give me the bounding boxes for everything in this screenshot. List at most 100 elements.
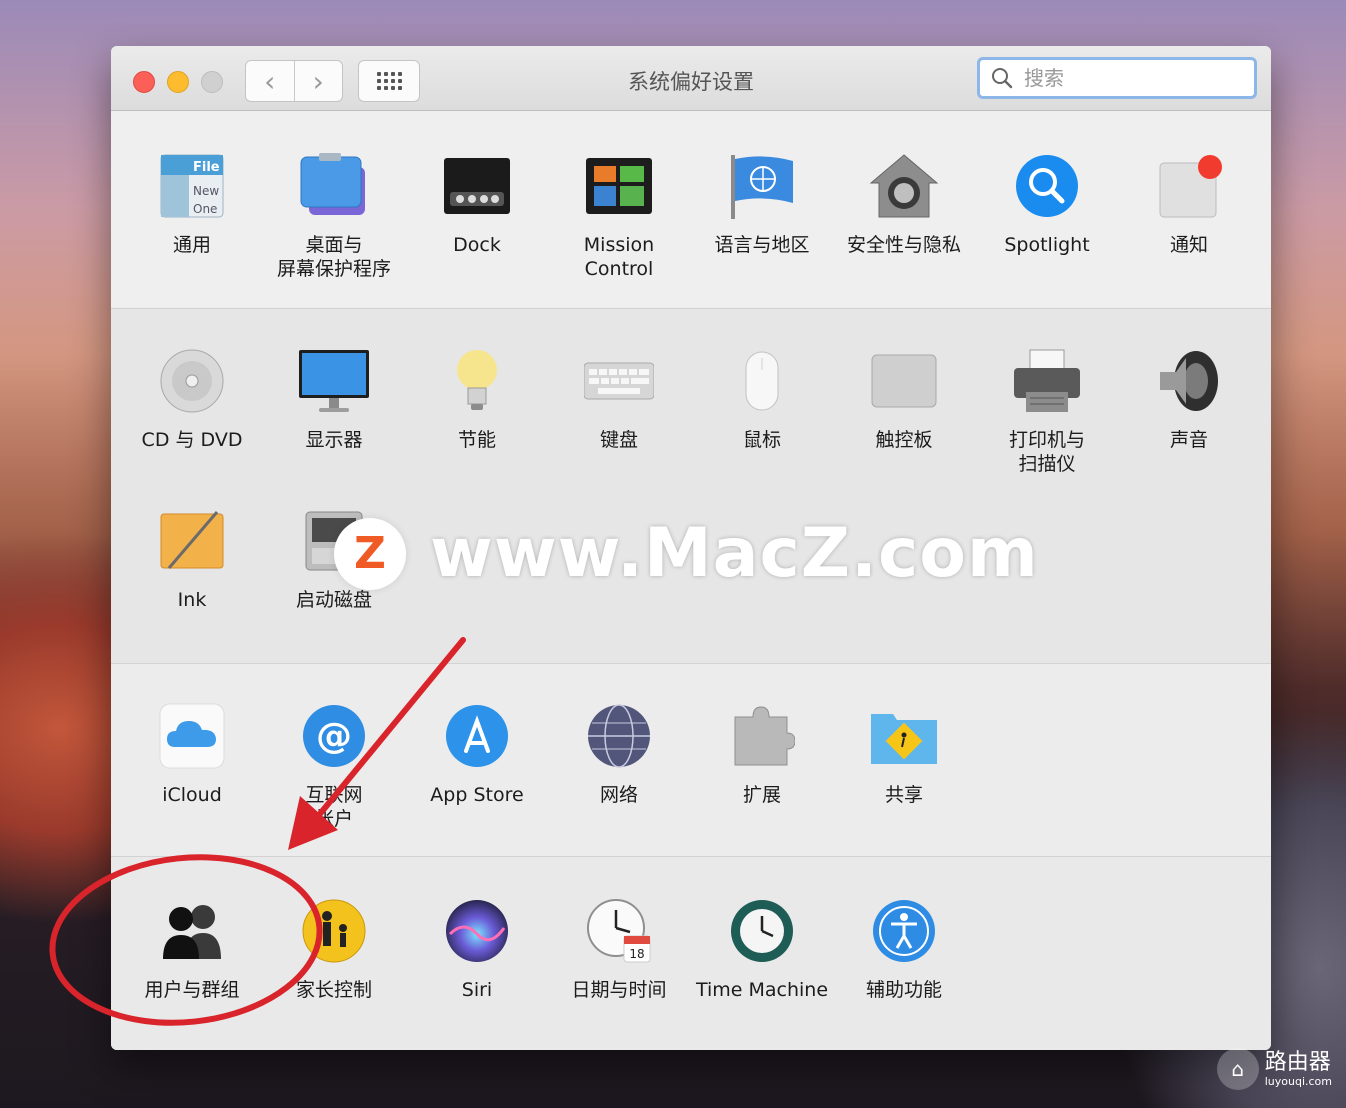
pane-label: Mission Control — [583, 234, 655, 280]
pane-label: 通用 — [172, 234, 211, 256]
notifications-icon — [1154, 151, 1224, 221]
pane-sharing[interactable]: 共享 — [834, 701, 974, 807]
mouse-icon — [727, 346, 797, 416]
pane-network[interactable]: 网络 — [549, 701, 689, 807]
users-icon — [157, 896, 227, 966]
at-sign-icon: @ — [299, 701, 369, 771]
svg-text:@: @ — [316, 716, 352, 757]
svg-text:New: New — [193, 184, 219, 198]
pane-accessibility[interactable]: 辅助功能 — [834, 896, 974, 1002]
pane-mission-control[interactable]: Mission Control — [549, 151, 689, 281]
pane-label: 日期与时间 — [571, 979, 667, 1001]
pane-printers-scanners[interactable]: 打印机与 扫描仪 — [977, 346, 1117, 476]
security-privacy-icon — [869, 151, 939, 221]
pane-label: 语言与地区 — [714, 234, 810, 256]
pane-label: Siri — [461, 979, 493, 1001]
mission-control-icon — [584, 151, 654, 221]
siri-icon — [442, 896, 512, 966]
speaker-icon — [1154, 346, 1224, 416]
watermark-text: www.MacZ.com — [430, 514, 1039, 593]
corner-badge: ⌂ 路由器 luyouqi.com — [1216, 1048, 1332, 1090]
corner-badge-sub: luyouqi.com — [1264, 1074, 1332, 1088]
pane-label: Time Machine — [695, 979, 829, 1001]
search-field[interactable] — [977, 57, 1257, 99]
dock-icon — [442, 151, 512, 221]
pane-label: 触控板 — [875, 429, 933, 451]
pane-label: 扩展 — [742, 784, 781, 806]
pane-label: 网络 — [599, 784, 638, 806]
pane-cd-dvd[interactable]: CD 与 DVD — [122, 346, 262, 452]
pane-siri[interactable]: Siri — [407, 896, 547, 1002]
time-machine-icon — [727, 896, 797, 966]
pane-desktop-screensaver[interactable]: 桌面与 屏幕保护程序 — [264, 151, 404, 281]
desktop-screensaver-icon — [299, 151, 369, 221]
spotlight-icon — [1012, 151, 1082, 221]
trackpad-icon — [869, 346, 939, 416]
sharing-folder-icon — [869, 701, 939, 771]
pane-extensions[interactable]: 扩展 — [692, 701, 832, 807]
accessibility-icon — [869, 896, 939, 966]
pane-general[interactable]: File New One 通用 — [122, 151, 262, 257]
title-bar: ‹ › 系统偏好设置 — [111, 46, 1271, 111]
pane-spotlight[interactable]: Spotlight — [977, 151, 1117, 257]
pane-label: CD 与 DVD — [141, 429, 243, 451]
pane-dock[interactable]: Dock — [407, 151, 547, 257]
pane-time-machine[interactable]: Time Machine — [692, 896, 832, 1002]
general-icon: File New One — [157, 151, 227, 221]
pane-date-time[interactable]: 18 日期与时间 — [549, 896, 689, 1002]
pane-label: Spotlight — [1004, 234, 1090, 256]
lightbulb-icon — [442, 346, 512, 416]
watermark: Z www.MacZ.com — [334, 514, 1039, 593]
pane-icloud[interactable]: iCloud — [122, 701, 262, 807]
pane-trackpad[interactable]: 触控板 — [834, 346, 974, 452]
pane-label: 安全性与隐私 — [846, 234, 961, 256]
macz-logo: Z — [334, 517, 406, 590]
language-region-icon — [727, 151, 797, 221]
pane-label: 声音 — [1169, 429, 1208, 451]
ink-icon — [157, 506, 227, 576]
pane-sound[interactable]: 声音 — [1119, 346, 1259, 452]
pane-internet-accounts[interactable]: @ 互联网 帐户 — [264, 701, 404, 831]
search-icon — [992, 68, 1013, 89]
pane-label: 显示器 — [305, 429, 363, 451]
keyboard-icon — [584, 346, 654, 416]
pane-label: 互联网 帐户 — [305, 784, 363, 830]
pane-label: Ink — [177, 589, 207, 611]
pane-label: App Store — [430, 784, 524, 806]
pane-users-groups[interactable]: 用户与群组 — [122, 896, 262, 1002]
icloud-icon — [157, 701, 227, 771]
pane-label: iCloud — [162, 784, 222, 806]
parental-controls-icon — [299, 896, 369, 966]
globe-icon — [584, 701, 654, 771]
pane-label: 家长控制 — [295, 979, 372, 1001]
pane-label: 打印机与 扫描仪 — [1008, 429, 1085, 475]
router-icon: ⌂ — [1216, 1048, 1259, 1090]
pane-label: 共享 — [884, 784, 923, 806]
pane-label: 鼠标 — [742, 429, 781, 451]
pane-label: 桌面与 屏幕保护程序 — [276, 234, 391, 280]
pane-label: 通知 — [1169, 234, 1208, 256]
cd-dvd-icon — [157, 346, 227, 416]
search-input[interactable] — [1022, 65, 1246, 91]
pane-parental-controls[interactable]: 家长控制 — [264, 896, 404, 1002]
puzzle-icon — [727, 701, 797, 771]
clock-calendar-icon: 18 — [584, 896, 654, 966]
svg-text:One: One — [193, 202, 217, 216]
pane-energy-saver[interactable]: 节能 — [407, 346, 547, 452]
pane-label: 节能 — [457, 429, 496, 451]
pane-label: 键盘 — [599, 429, 638, 451]
svg-text:File: File — [193, 160, 220, 175]
pane-label: 辅助功能 — [865, 979, 942, 1001]
pane-displays[interactable]: 显示器 — [264, 346, 404, 452]
pane-notifications[interactable]: 通知 — [1119, 151, 1259, 257]
printer-icon — [1012, 346, 1082, 416]
calendar-day: 18 — [629, 947, 644, 961]
pane-mouse[interactable]: 鼠标 — [692, 346, 832, 452]
pane-language-region[interactable]: 语言与地区 — [692, 151, 832, 257]
app-store-icon — [442, 701, 512, 771]
pane-ink[interactable]: Ink — [122, 506, 262, 612]
pane-label: Dock — [453, 234, 501, 256]
pane-keyboard[interactable]: 键盘 — [549, 346, 689, 452]
pane-security-privacy[interactable]: 安全性与隐私 — [834, 151, 974, 257]
pane-app-store[interactable]: App Store — [407, 701, 547, 807]
